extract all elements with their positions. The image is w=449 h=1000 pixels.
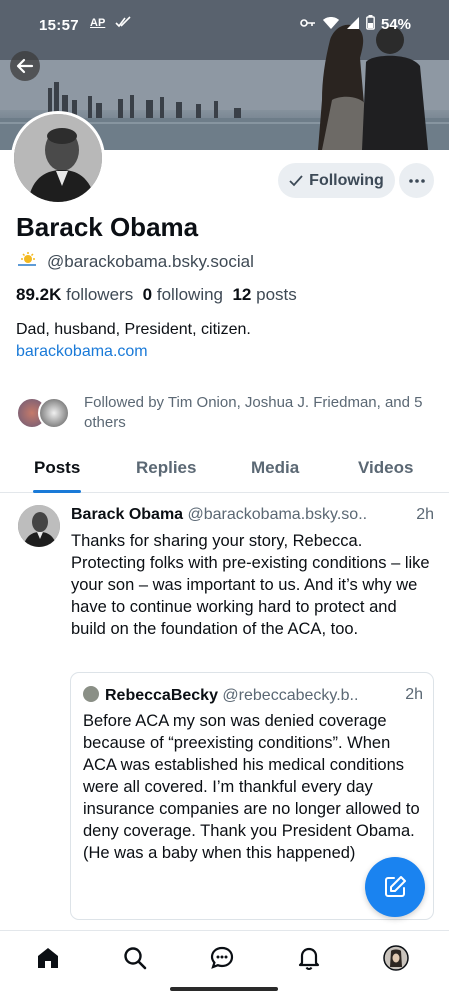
quote-author-avatar	[83, 686, 99, 702]
profile-handle[interactable]: @barackobama.bsky.social	[47, 252, 254, 272]
more-options-button[interactable]	[399, 163, 434, 198]
status-time: 15:57	[39, 17, 79, 34]
nav-chat[interactable]	[208, 944, 236, 972]
post-author-name[interactable]: Barack Obama	[71, 506, 183, 523]
followed-by-text: Followed by Tim Onion, Joshua J. Friedma…	[84, 394, 423, 431]
website-link[interactable]: barackobama.com	[16, 341, 251, 363]
post-time: 2h	[416, 506, 434, 523]
profile-tabs: Posts Replies Media Videos	[0, 446, 449, 493]
nav-home[interactable]	[34, 944, 62, 972]
key-icon	[300, 16, 316, 33]
arrow-left-icon	[16, 58, 34, 74]
profile-stats: 89.2K followers 0 following 12 posts	[16, 285, 297, 305]
home-icon	[38, 948, 58, 968]
back-button[interactable]	[10, 51, 40, 81]
bio-text: Dad, husband, President, citizen.	[16, 321, 251, 338]
tab-replies[interactable]: Replies	[136, 458, 196, 478]
profile-avatar[interactable]	[11, 111, 105, 205]
ap-news-icon: AP	[90, 17, 106, 29]
nav-search[interactable]	[121, 944, 149, 972]
handle-row: @barackobama.bsky.social	[16, 251, 254, 272]
compose-button[interactable]	[365, 857, 425, 917]
following-count[interactable]: 0	[143, 285, 152, 304]
mutual-avatar	[38, 397, 70, 429]
tab-videos[interactable]: Videos	[358, 458, 413, 478]
status-right-icons: 54%	[300, 15, 411, 34]
post-text[interactable]: Thanks for sharing your story, Rebecca. …	[71, 530, 431, 640]
followed-by[interactable]: Followed by Tim Onion, Joshua J. Friedma…	[16, 393, 424, 433]
followers-count[interactable]: 89.2K	[16, 285, 61, 304]
quote-author-handle: @rebeccabecky.b..	[222, 687, 359, 704]
active-tab-indicator	[33, 490, 81, 493]
quote-header: RebeccaBecky @rebeccabecky.b.. 2h	[83, 686, 423, 705]
quote-text: Before ACA my son was denied coverage be…	[83, 712, 420, 862]
wifi-icon	[322, 16, 340, 34]
search-icon	[124, 947, 147, 970]
nav-profile[interactable]	[382, 944, 410, 972]
check-icon	[289, 174, 303, 186]
bottom-nav	[0, 930, 449, 1000]
avatar-image	[14, 114, 102, 202]
tab-posts[interactable]: Posts	[34, 458, 80, 478]
profile-bio: Dad, husband, President, citizen. barack…	[16, 319, 251, 363]
status-bar: 15:57 AP 54%	[0, 0, 449, 50]
following-label[interactable]: following	[157, 285, 223, 304]
ellipsis-icon	[408, 178, 425, 183]
profile-name: Barack Obama	[16, 212, 199, 242]
signal-icon	[346, 16, 360, 34]
nav-notifications[interactable]	[295, 944, 323, 972]
post-author-avatar[interactable]	[18, 505, 60, 547]
tab-media[interactable]: Media	[251, 458, 299, 478]
following-button-label: Following	[309, 171, 384, 189]
post-header: Barack Obama @barackobama.bsky.so.. 2h	[71, 506, 437, 524]
posts-label: posts	[256, 285, 297, 304]
chat-icon	[210, 946, 234, 969]
followers-label[interactable]: followers	[66, 285, 133, 304]
battery-icon	[366, 15, 375, 34]
posts-count: 12	[232, 285, 252, 304]
home-indicator[interactable]	[170, 987, 278, 991]
double-check-icon	[115, 15, 131, 33]
bell-icon	[298, 947, 320, 971]
quote-time: 2h	[405, 686, 423, 703]
profile-avatar-icon	[383, 945, 409, 971]
sun-cloud-icon	[16, 251, 38, 272]
quote-author-name: RebeccaBecky	[105, 687, 218, 704]
post-author-handle[interactable]: @barackobama.bsky.so..	[188, 506, 368, 523]
compose-icon	[385, 876, 406, 897]
mutual-avatars	[16, 397, 72, 429]
battery-percent: 54%	[380, 16, 411, 33]
following-button[interactable]: Following	[278, 163, 395, 198]
